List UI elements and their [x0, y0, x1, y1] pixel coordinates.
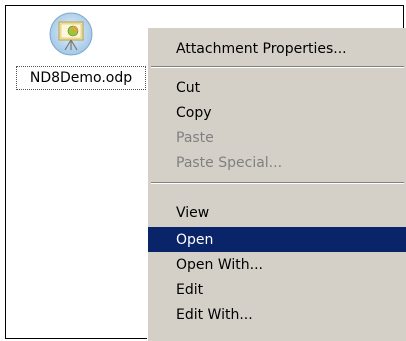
- menu-item-paste-special[interactable]: Paste Special...: [148, 150, 406, 175]
- menu-item-copy[interactable]: Copy: [148, 100, 406, 125]
- menu-item-view[interactable]: View: [148, 200, 406, 225]
- menu-item-edit[interactable]: Edit: [148, 277, 406, 302]
- menu-separator: [151, 66, 404, 68]
- menu-item-open-with[interactable]: Open With...: [148, 252, 406, 277]
- menu-separator: [151, 182, 404, 184]
- context-menu: Attachment Properties... Cut Copy Paste …: [147, 28, 406, 341]
- menu-item-open[interactable]: Open: [148, 227, 406, 252]
- menu-item-edit-with[interactable]: Edit With...: [148, 302, 406, 327]
- presentation-icon: [49, 12, 93, 56]
- file-attachment[interactable]: ND8Demo.odp: [16, 10, 146, 95]
- menu-item-paste[interactable]: Paste: [148, 125, 406, 150]
- file-name-label: ND8Demo.odp: [16, 66, 146, 90]
- menu-item-attachment-properties[interactable]: Attachment Properties...: [148, 36, 406, 61]
- menu-item-cut[interactable]: Cut: [148, 75, 406, 100]
